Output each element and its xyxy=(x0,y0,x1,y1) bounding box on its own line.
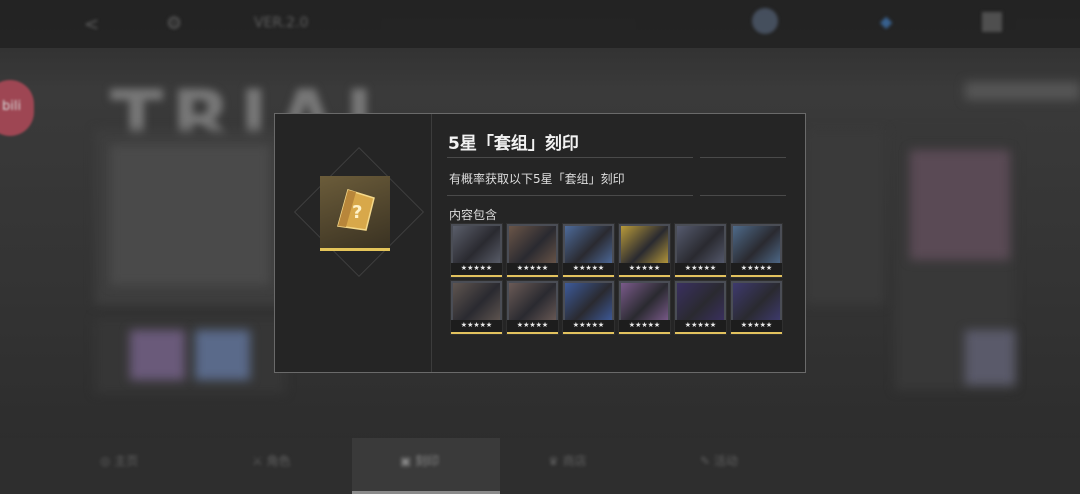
title-divider xyxy=(447,157,693,158)
card-art xyxy=(733,226,780,265)
add-icon[interactable] xyxy=(982,12,1002,32)
modal-icon-area: ? xyxy=(275,114,432,372)
tab-characters[interactable]: ⚔ 角色 xyxy=(252,452,291,469)
side-badge[interactable]: bili xyxy=(0,80,34,136)
top-label: VER.2.0 xyxy=(254,15,309,31)
card-art xyxy=(677,283,724,322)
bg-panel-left-bottom xyxy=(95,318,285,393)
title-divider-right xyxy=(700,157,786,158)
desc-divider-right xyxy=(700,195,786,196)
modal-description: 有概率获取以下5星「套组」刻印 xyxy=(449,172,625,186)
card-art xyxy=(453,283,500,322)
bg-top-strip xyxy=(965,82,1080,100)
card-art xyxy=(733,283,780,322)
imprint-card[interactable]: ★★★★★ xyxy=(450,223,503,278)
bg-item-1 xyxy=(130,330,185,380)
gem-icon: ◆ xyxy=(880,12,893,31)
imprint-card[interactable]: ★★★★★ xyxy=(618,280,671,335)
imprint-card[interactable]: ★★★★★ xyxy=(562,280,615,335)
tab-imprint[interactable]: ▣ 刻印 xyxy=(400,452,439,469)
card-stars: ★★★★★ xyxy=(731,320,782,334)
top-bar: < ⚙ VER.2.0 ◆ xyxy=(0,0,1080,48)
card-stars: ★★★★★ xyxy=(563,263,614,277)
card-stars: ★★★★★ xyxy=(675,263,726,277)
tab-shop[interactable]: ♛ 商店 xyxy=(548,452,587,469)
bg-panel-right-art xyxy=(910,150,1010,260)
imprint-card[interactable]: ★★★★★ xyxy=(730,280,783,335)
imprint-card[interactable]: ★★★★★ xyxy=(730,223,783,278)
bg-panel-left-art xyxy=(110,145,270,285)
card-art xyxy=(621,226,668,265)
imprint-card[interactable]: ★★★★★ xyxy=(618,223,671,278)
contents-label: 内容包含 xyxy=(449,208,498,222)
card-art xyxy=(565,283,612,322)
imprint-card[interactable]: ★★★★★ xyxy=(506,223,559,278)
card-stars: ★★★★★ xyxy=(451,263,502,277)
bg-item-3 xyxy=(965,330,1015,385)
settings-icon[interactable]: ⚙ xyxy=(166,13,182,34)
tab-home[interactable]: ◎ 主页 xyxy=(100,452,138,469)
card-stars: ★★★★★ xyxy=(619,263,670,277)
imprint-info-modal: ? 5星「套组」刻印 有概率获取以下5星「套组」刻印 内容包含 ★★★★★ ★★★… xyxy=(274,113,806,373)
modal-title: 5星「套组」刻印 xyxy=(448,134,579,154)
card-art xyxy=(509,226,556,265)
bg-panel-mid xyxy=(805,130,885,305)
imprint-card[interactable]: ★★★★★ xyxy=(450,280,503,335)
card-stars: ★★★★★ xyxy=(507,320,558,334)
card-art xyxy=(621,283,668,322)
imprint-card[interactable]: ★★★★★ xyxy=(674,223,727,278)
card-stars: ★★★★★ xyxy=(563,320,614,334)
imprint-card[interactable]: ★★★★★ xyxy=(674,280,727,335)
question-mark: ? xyxy=(352,202,362,223)
imprint-shard-icon: ? xyxy=(337,189,375,231)
currency-icon xyxy=(752,8,778,34)
bottom-nav xyxy=(0,438,1080,494)
card-stars: ★★★★★ xyxy=(451,320,502,334)
tab-events[interactable]: ✎ 活动 xyxy=(700,452,738,469)
desc-divider xyxy=(447,195,693,196)
card-art xyxy=(509,283,556,322)
card-stars: ★★★★★ xyxy=(619,320,670,334)
card-art xyxy=(565,226,612,265)
bg-item-2 xyxy=(195,330,250,380)
card-stars: ★★★★★ xyxy=(675,320,726,334)
card-art xyxy=(677,226,724,265)
card-stars: ★★★★★ xyxy=(731,263,782,277)
imprint-card[interactable]: ★★★★★ xyxy=(562,223,615,278)
share-icon[interactable]: < xyxy=(84,14,99,35)
imprint-pack-icon: ? xyxy=(320,176,390,251)
card-stars: ★★★★★ xyxy=(507,263,558,277)
imprint-card[interactable]: ★★★★★ xyxy=(506,280,559,335)
card-art xyxy=(453,226,500,265)
